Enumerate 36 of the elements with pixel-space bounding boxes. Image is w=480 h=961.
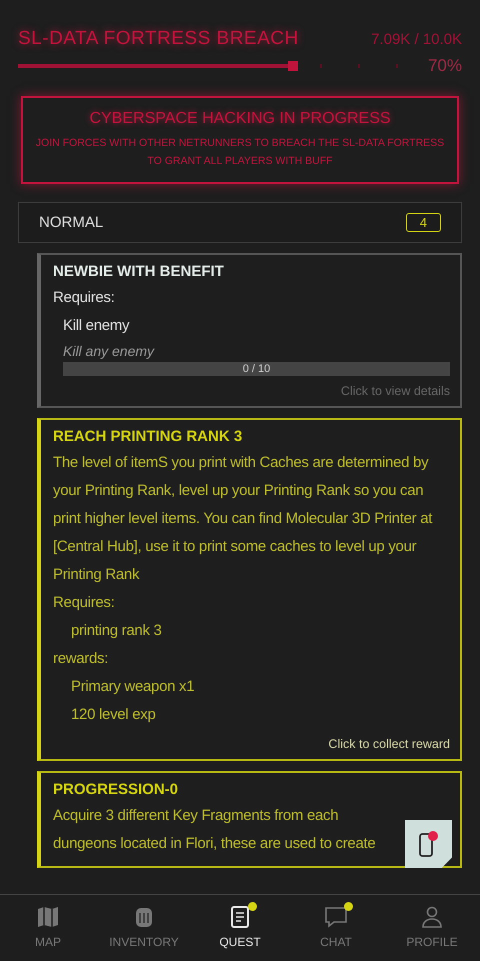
notification-dot [428,831,438,841]
event-title: SL-DATA FORTRESS BREACH [18,28,299,50]
event-percent: 70% [428,56,462,76]
document-icon [228,905,252,929]
requirement: printing rank 3 [70,621,163,641]
map-icon [36,905,60,929]
profile-icon [420,905,444,929]
phone-button[interactable] [405,820,452,868]
banner-text: JOIN FORCES WITH OTHER NETRUNNERS TO BREACH THE SL-DATA FORTRESS TO GRANT ALL PLAYERS WITH BUFF [34,136,446,169]
event-count: 7.09K / 10.0K [371,30,462,48]
requires-label: Requires: [53,593,116,613]
reward: 120 level exp [70,705,156,725]
reward: Primary weapon x1 [70,677,196,697]
category-label: NORMAL [39,214,104,231]
nav-tab[interactable]: QUEST [192,895,288,961]
quest-title: NEWBIE WITH BENEFIT [53,263,225,280]
chat-icon [324,905,348,929]
quest-title: REACH PRINTING RANK 3 [53,428,244,445]
card-action-link[interactable]: Click to collect reward [328,737,450,751]
nav-tab[interactable]: INVENTORY [96,895,192,961]
objective-name: Kill enemy [62,316,130,336]
nav-tab[interactable]: PROFILE [384,895,480,961]
quest-description: Acquire 3 different Key Fragments from each dungeons located in Flori, these are used to create [53,806,376,854]
quest-card[interactable] [37,418,462,761]
quest-card[interactable]: NEWBIE WITH BENEFIT Requires: Kill enemy Kill any enemy 0 / 10 Click to view details [37,253,462,408]
requires-label: Requires: [53,288,116,308]
quest-description: The level of itemS you print with Caches are determined by your Printing Rank, level up your Printing Rank so you can print higher level items. You can find Molecular 3D Printer at [Central Hub], use it to print some caches to level up your Printing Rank [53,453,434,585]
quest-title: PROGRESSION-0 [53,781,180,798]
nav-tab[interactable]: MAP [0,895,96,961]
nav-tab[interactable]: CHAT [288,895,384,961]
rewards-label: rewards: [53,649,110,669]
banner-title: CYBERSPACE HACKING IN PROGRESS [88,110,392,128]
progress-text: 0 / 10 [242,363,270,375]
category-header[interactable]: NORMAL 4 [18,202,462,243]
category-count: 4 [406,213,441,232]
objective-hint: Kill any enemy [62,342,156,361]
